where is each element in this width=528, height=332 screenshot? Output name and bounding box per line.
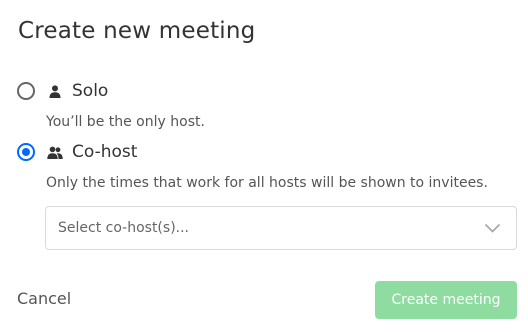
cohost-label: Co-host <box>72 142 138 162</box>
cohost-description: Only the times that work for all hosts w… <box>46 175 488 191</box>
cancel-button[interactable]: Cancel <box>17 289 71 308</box>
create-meeting-button[interactable]: Create meeting <box>375 281 517 319</box>
solo-label: Solo <box>72 81 109 101</box>
dialog-title: Create new meeting <box>18 18 256 44</box>
cohost-select[interactable]: Select co-host(s)... <box>45 206 517 250</box>
chevron-down-icon <box>484 223 500 233</box>
solo-option[interactable]: Solo <box>17 81 108 101</box>
person-icon <box>47 83 63 99</box>
create-meeting-dialog: Create new meeting Solo You’ll be the on… <box>0 0 528 332</box>
people-icon <box>47 144 63 160</box>
cohost-option[interactable]: Co-host <box>17 142 137 162</box>
solo-radio[interactable] <box>17 82 35 100</box>
cohost-select-placeholder: Select co-host(s)... <box>58 220 190 236</box>
cohost-radio[interactable] <box>17 143 35 161</box>
solo-description: You’ll be the only host. <box>46 114 205 130</box>
